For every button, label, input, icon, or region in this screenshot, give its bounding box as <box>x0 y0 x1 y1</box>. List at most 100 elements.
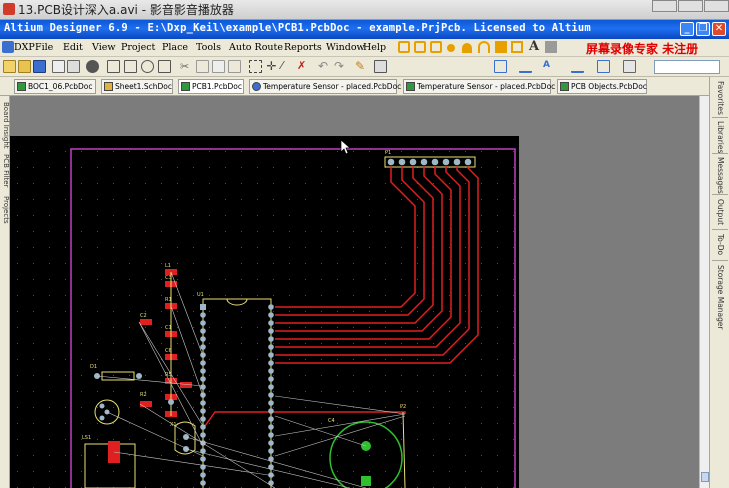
player-minimize-button[interactable] <box>652 0 677 12</box>
menu-reports[interactable]: Reports <box>284 42 322 53</box>
utility-icon[interactable] <box>494 60 507 73</box>
arc-icon[interactable] <box>478 41 490 53</box>
svg-text:L1: L1 <box>165 263 171 269</box>
redo-icon[interactable]: ↷ <box>334 60 347 73</box>
tab-boc1-06[interactable]: BOC1_06.PcbDoc <box>14 79 96 94</box>
minimize-button[interactable]: _ <box>680 22 694 36</box>
sch-doc-icon <box>104 82 113 91</box>
zoom-filter-icon[interactable] <box>158 60 171 73</box>
menu-view[interactable]: View <box>92 42 116 53</box>
menu-edit[interactable]: Edit <box>63 42 83 53</box>
menu-dxp[interactable]: DXP <box>14 42 35 53</box>
clear-filter-icon[interactable]: ✗ <box>297 60 310 73</box>
pcb-drawing[interactable]: P1 U1 L1 C3 R1 C1 C6 R5 C2 R2 LS1 D1 P2 … <box>10 96 709 488</box>
ic-pin-pad <box>200 344 206 350</box>
restore-button[interactable]: ❐ <box>696 22 710 36</box>
ic-pin-pad <box>268 328 274 334</box>
print-preview-icon[interactable] <box>67 60 80 73</box>
zoom-area-icon[interactable] <box>107 60 120 73</box>
document-tabs: BOC1_06.PcbDoc Sheet1.SchDoc PCB1.PcbDoc… <box>0 77 729 96</box>
deselect-icon[interactable]: ⁄ <box>281 60 294 73</box>
panel-pcb-filter[interactable]: PCB Filter <box>2 154 10 187</box>
grid-icon[interactable] <box>597 60 610 73</box>
print-icon[interactable] <box>52 60 65 73</box>
close-button[interactable]: ✕ <box>712 22 726 36</box>
string-icon[interactable]: A <box>529 40 541 53</box>
tab-pcb-objects[interactable]: PCB Objects.PcbDoc <box>557 79 647 94</box>
player-app-icon <box>3 3 15 15</box>
standard-toolbar: ✂ ✛ ⁄ ✗ ↶ ↷ ✎ A <box>0 57 729 77</box>
pcb-editor-canvas[interactable]: P1 U1 L1 C3 R1 C1 C6 R5 C2 R2 LS1 D1 P2 … <box>10 96 709 488</box>
ic-pin-pad <box>200 304 206 310</box>
tab-temp-sensor-2[interactable]: Temperature Sensor - placed.PcbDoc <box>403 79 555 94</box>
panel-board-insight[interactable]: Board Insight <box>2 102 10 149</box>
find-icon[interactable]: A <box>543 60 556 73</box>
ic-pin-pad <box>200 376 206 382</box>
player-maximize-button[interactable] <box>678 0 703 12</box>
window-title: Altium Designer 6.9 - E:\Dxp_Keil\exampl… <box>4 22 591 34</box>
vertical-scrollbar[interactable] <box>699 96 709 488</box>
menu-help[interactable]: Help <box>363 42 386 53</box>
player-title-bar: 13.PCB设计深入a.avi - 影音影音播放器 <box>0 0 729 20</box>
svg-text:U1: U1 <box>197 292 204 298</box>
paste-icon[interactable] <box>212 60 225 73</box>
ic-pin-pad <box>268 360 274 366</box>
panel-favorites[interactable]: Favorites <box>716 81 725 115</box>
panel-output[interactable]: Output <box>716 199 725 225</box>
ic-pin-pad <box>268 440 274 446</box>
via-icon[interactable] <box>462 43 472 53</box>
snap-icon[interactable] <box>623 60 636 73</box>
tab-temp-sensor-1[interactable]: Temperature Sensor - placed.PcbDoc <box>249 79 401 94</box>
open-device-icon[interactable] <box>86 60 99 73</box>
route-diff-icon[interactable] <box>414 41 426 53</box>
select-area-icon[interactable] <box>249 60 262 73</box>
ic-pin-pad <box>268 344 274 350</box>
layer-set-combo[interactable] <box>654 60 720 74</box>
scrollbar-thumb[interactable] <box>701 472 709 482</box>
ic-pin-pad <box>268 312 274 318</box>
panel-libraries[interactable]: Libraries <box>716 121 725 153</box>
cut-icon[interactable]: ✂ <box>180 60 193 73</box>
tab-sheet1[interactable]: Sheet1.SchDoc <box>101 79 173 94</box>
fill-icon[interactable] <box>495 41 507 53</box>
menu-file[interactable]: File <box>35 42 53 53</box>
menu-auto-route[interactable]: Auto Route <box>229 42 283 53</box>
ic-pin-pad <box>200 368 206 374</box>
zoom-fit-icon[interactable] <box>124 60 137 73</box>
tab-pcb1[interactable]: PCB1.PcbDoc <box>178 79 244 94</box>
menu-window[interactable]: Window <box>326 42 365 53</box>
player-close-button[interactable] <box>704 0 729 12</box>
ic-pin-pad <box>268 376 274 382</box>
ic-pin-pad <box>200 320 206 326</box>
zoom-selected-icon[interactable] <box>141 60 154 73</box>
open-folder-icon[interactable] <box>18 60 31 73</box>
panel-messages[interactable]: Messages <box>716 157 725 194</box>
menu-tools[interactable]: Tools <box>196 42 221 53</box>
panel-projects[interactable]: Projects <box>2 196 10 224</box>
cross-probe-icon[interactable]: ✎ <box>355 60 368 73</box>
save-icon[interactable] <box>33 60 46 73</box>
panel-to-do[interactable]: To-Do <box>716 234 725 255</box>
align-icon[interactable] <box>519 60 532 73</box>
route-icon[interactable] <box>398 41 410 53</box>
menu-project[interactable]: Project <box>121 42 155 53</box>
open-icon[interactable] <box>3 60 16 73</box>
undo-icon[interactable]: ↶ <box>318 60 331 73</box>
pcb-doc-icon <box>252 82 261 91</box>
panel-storage-manager[interactable]: Storage Manager <box>716 265 725 330</box>
player-window-controls <box>651 0 729 14</box>
pad-icon[interactable] <box>447 44 455 52</box>
room-icon[interactable] <box>571 60 584 73</box>
route-multi-icon[interactable] <box>430 41 442 53</box>
polygon-icon[interactable] <box>511 41 523 53</box>
move-icon[interactable]: ✛ <box>265 60 278 73</box>
ic-pin-pad <box>200 480 206 486</box>
dxp-icon <box>2 41 14 53</box>
ic-pin-pad <box>268 400 274 406</box>
menu-place[interactable]: Place <box>162 42 188 53</box>
component-icon[interactable] <box>545 41 557 53</box>
browse-icon[interactable] <box>374 60 387 73</box>
copy-icon[interactable] <box>196 60 209 73</box>
rubber-stamp-icon[interactable] <box>228 60 241 73</box>
pcb-doc-icon <box>17 82 26 91</box>
